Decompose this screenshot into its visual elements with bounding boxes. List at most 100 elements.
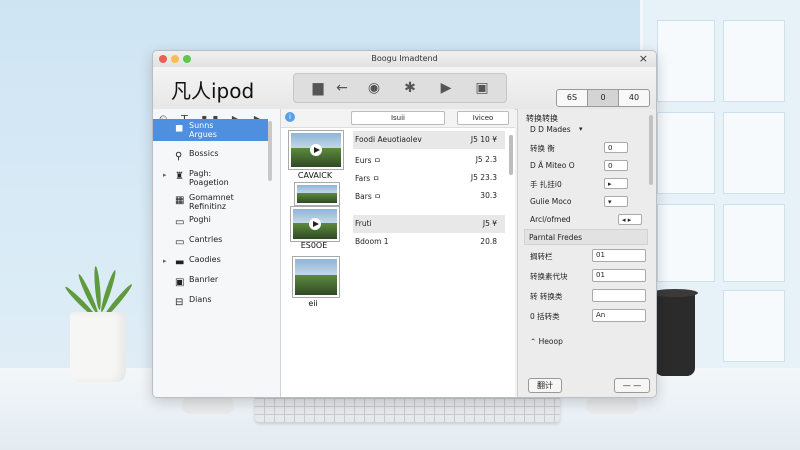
play-icon[interactable]: ▶ — [432, 78, 460, 98]
sidebar-item-label: Bossics — [189, 149, 219, 158]
sidebar-scrollbar[interactable] — [268, 121, 272, 181]
video-thumbnail[interactable] — [289, 131, 343, 169]
table-row[interactable]: Fruti J5 ¥ — [353, 215, 505, 233]
sidebar-item[interactable]: ▣ Banrler — [153, 273, 268, 295]
wave-icon[interactable]: ✱ — [396, 78, 424, 98]
playback-controls: ▆ ← ◉ ✱ ▶ ▣ — [293, 73, 507, 103]
inspector-row-label: 转 转换类 — [530, 292, 563, 301]
row-name: Foodi Aeuotiaolev — [355, 135, 422, 144]
sidebar-item-icon: ◼ — [175, 123, 184, 134]
chevron-right-icon[interactable]: ▸ — [163, 257, 167, 265]
section-header[interactable]: Parntal Fredes — [524, 229, 648, 245]
app-name: 凡人ipod — [171, 79, 255, 103]
segment-3[interactable]: 40 — [619, 90, 649, 106]
list-scrollbar[interactable] — [509, 135, 513, 175]
play-icon[interactable] — [309, 218, 321, 230]
inspector-row-control[interactable]: 01 — [592, 249, 646, 262]
thumbnail-caption: eii — [308, 299, 318, 308]
app-window: Boogu Imadtend × 凡人ipod ▆ ← ◉ ✱ ▶ ▣ 6S 0… — [152, 50, 657, 398]
monitor-stand — [586, 396, 638, 414]
inspector-row-control[interactable]: 0 — [604, 142, 628, 153]
sidebar-item[interactable]: ▭ Poghi — [153, 213, 268, 235]
sidebar-item[interactable]: ⚲ Bossics — [153, 147, 268, 169]
close-icon[interactable]: × — [639, 52, 648, 65]
inspector-row-control[interactable]: 0 — [604, 160, 628, 171]
video-thumbnail[interactable] — [291, 207, 339, 241]
sidebar-item[interactable]: ▭ Cantrles — [153, 233, 268, 255]
sidebar-item-icon: ⊟ — [175, 297, 184, 308]
inspector-row-control[interactable]: 01 — [592, 269, 646, 282]
sidebar-item-icon: ▬ — [175, 257, 185, 268]
media-list: i Isuii Iviceo CAVAICK ES0OE eii Foodi A… — [281, 109, 515, 397]
row-size: J5 10 ¥ — [470, 135, 497, 144]
sidebar-item-label: Caodies — [189, 255, 221, 264]
video-thumbnail[interactable] — [295, 183, 339, 205]
sidebar-item-label: Gomamnet Refinitinz — [189, 193, 234, 211]
sidebar-item-label: Pagh: Poagetion — [189, 169, 229, 187]
inspector-row-control[interactable]: ▾ — [604, 196, 628, 207]
inspector-row-label: D D Mades — [530, 125, 571, 134]
table-row[interactable]: Eurs ㅁ J5 2.3 — [353, 151, 505, 169]
sidebar-item-label: Sunns Argues — [189, 121, 217, 139]
table-row[interactable]: Bdoom 1 20.8 — [353, 233, 505, 251]
inspector-panel: 转换转换 D D Mades ▾ 转换 衡 0 D Ä Miteo O 0 手 扎挂i0 ▸ G… — [517, 109, 656, 397]
inspector-row-label: 转换 衡 — [530, 144, 555, 153]
bottom-left-button[interactable]: 翻计 — [528, 378, 562, 393]
row-name: Bdoom 1 — [355, 237, 389, 246]
inspector-title: 转换转换 — [526, 114, 558, 123]
row-size: J5 ¥ — [482, 219, 497, 228]
inspector-row-label: 转换素代块 — [530, 272, 568, 281]
sidebar-item[interactable]: ▦ Gomamnet Refinitinz — [153, 191, 268, 213]
segmented-control[interactable]: 6S 0 40 — [556, 89, 650, 107]
shelf-binder — [657, 112, 715, 194]
inspector-row-control[interactable]: ▸ — [604, 178, 628, 189]
title-bar: Boogu Imadtend × — [153, 51, 656, 68]
inspector-row-control[interactable]: ◂ ▸ — [618, 214, 642, 225]
chevron-right-icon[interactable]: ▸ — [163, 171, 167, 179]
segment-1[interactable]: 6S — [557, 90, 588, 106]
sidebar-item[interactable]: ▸ ▬ Caodies — [153, 253, 268, 275]
inspector-row-label: Gulie Moco — [530, 197, 572, 206]
sidebar-item-icon: ▣ — [175, 277, 185, 288]
table-row[interactable]: Bars ㅁ 30.3 — [353, 187, 505, 205]
section-heoop-label: Heoop — [538, 337, 563, 346]
section-heoop[interactable]: ⌃ Heoop — [530, 337, 563, 346]
inspector-row-label: 0 括转类 — [530, 312, 560, 321]
inspector-scrollbar[interactable] — [649, 115, 653, 185]
plant-pot — [70, 312, 126, 382]
inspector-row-control[interactable]: An — [592, 309, 646, 322]
column-header-video[interactable]: Iviceo — [457, 111, 509, 125]
sidebar-item[interactable]: ▸ ♜ Pagh: Poagetion — [153, 167, 268, 189]
record-icon[interactable]: ◉ — [360, 78, 388, 98]
sidebar-item-label: Dians — [189, 295, 212, 304]
video-thumbnail[interactable] — [293, 257, 339, 297]
row-name: Bars ㅁ — [355, 192, 382, 201]
export-icon[interactable]: ▣ — [468, 78, 496, 98]
inspector-row-control[interactable]: ▾ — [576, 124, 600, 135]
back-arrow-icon[interactable]: ← — [328, 78, 356, 98]
row-size: 30.3 — [480, 191, 497, 200]
inspector-row-label: 搁转栏 — [530, 252, 553, 261]
inspector-row-label: 手 扎挂i0 — [530, 180, 562, 189]
inspector-row-label: D Ä Miteo O — [530, 161, 575, 170]
shelf-binder — [723, 20, 785, 102]
sidebar-item-icon: ⚲ — [175, 151, 183, 162]
list-header: i Isuii Iviceo — [281, 109, 515, 128]
info-icon[interactable]: i — [285, 112, 295, 122]
mug — [652, 289, 698, 376]
sidebar-item[interactable]: ⊟ Dians — [153, 293, 268, 315]
play-icon[interactable] — [310, 144, 322, 156]
thumbnail-caption: CAVAICK — [297, 171, 333, 180]
bottom-right-button[interactable]: — — — [614, 378, 650, 393]
sidebar-item-icon: ▦ — [175, 195, 185, 206]
segment-2[interactable]: 0 — [588, 90, 619, 106]
table-row[interactable]: Fars ㅁ J5 23.3 — [353, 169, 505, 187]
sidebar-item[interactable]: ◼ Sunns Argues — [153, 119, 268, 141]
toolbar: 凡人ipod ▆ ← ◉ ✱ ▶ ▣ 6S 0 40 — [153, 67, 656, 110]
sidebar-item-label: Poghi — [189, 215, 211, 224]
column-header-name[interactable]: Isuii — [351, 111, 445, 125]
table-row[interactable]: Foodi Aeuotiaolev J5 10 ¥ — [353, 131, 505, 149]
shelf-binder — [723, 290, 785, 362]
sidebar-item-label: Banrler — [189, 275, 219, 284]
inspector-row-control[interactable] — [592, 289, 646, 302]
